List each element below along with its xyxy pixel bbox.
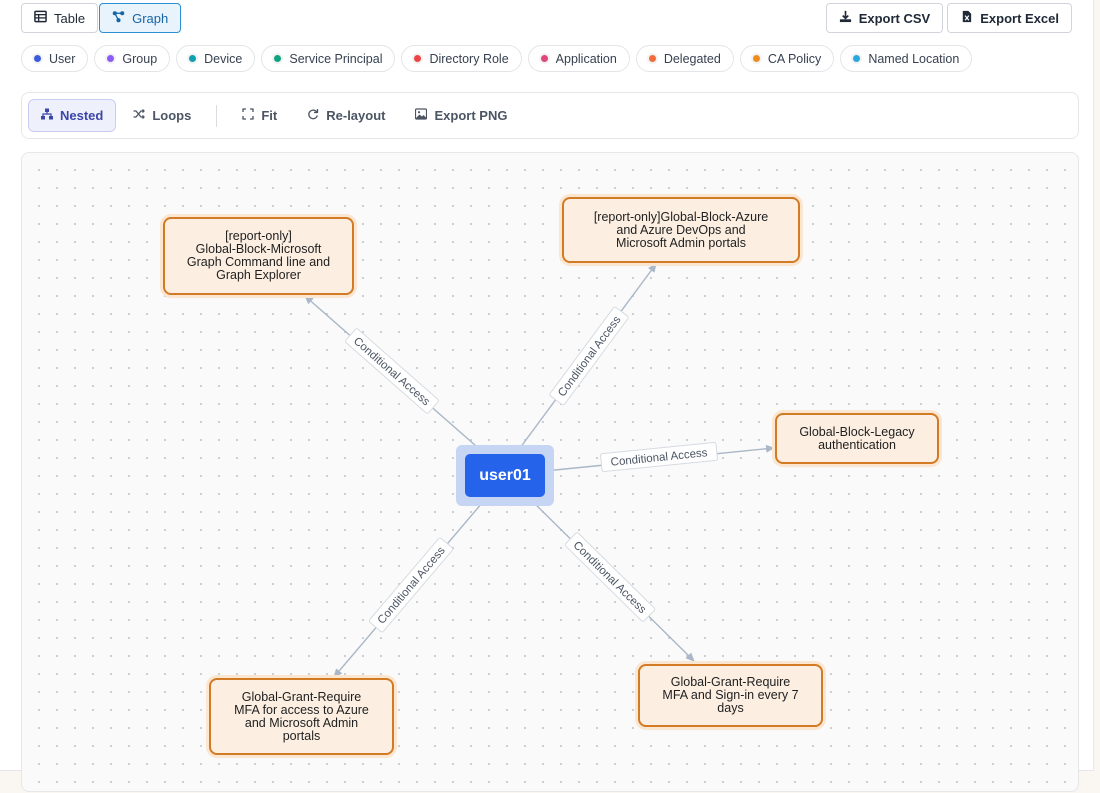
policy-node-label: Global-Block-Legacy authentication <box>799 424 915 452</box>
user-node-label: user01 <box>479 466 531 484</box>
export-excel-button[interactable]: Export Excel <box>947 3 1072 33</box>
table-view-button[interactable]: Table <box>21 3 99 33</box>
edge-label: Conditional Access <box>376 545 448 627</box>
edge-label: Conditional Access <box>570 539 648 616</box>
user-node[interactable]: user01 <box>465 454 545 497</box>
legend-chip-named-location[interactable]: Named Location <box>840 45 973 72</box>
policy-node-label: [report-only] Global-Block-Microsoft Gra… <box>186 229 331 282</box>
legend-label: Application <box>555 51 617 66</box>
legend-chip-user[interactable]: User <box>21 45 89 72</box>
legend-chip-service-principal[interactable]: Service Principal <box>261 45 396 72</box>
toolbar-divider <box>216 104 218 127</box>
policy-node-legacy-auth[interactable]: Global-Block-Legacy authentication <box>775 413 939 464</box>
legend-chip-group[interactable]: Group <box>94 45 171 72</box>
legend-label: Delegated <box>663 51 721 66</box>
policy-node-label: Global-Grant-Require MFA and Sign-in eve… <box>662 675 799 715</box>
graph-view-label: Graph <box>132 10 169 26</box>
table-view-label: Table <box>54 10 86 26</box>
policy-node-label: [report-only]Global-Block-Azure and Azur… <box>593 209 769 250</box>
relayout-button[interactable]: Re-layout <box>294 99 398 132</box>
refresh-icon <box>307 108 319 123</box>
graph-canvas[interactable]: Conditional Access Conditional Access Co… <box>21 152 1079 792</box>
legend-chip-application[interactable]: Application <box>527 45 630 72</box>
device-color-dot <box>189 55 197 62</box>
image-icon <box>415 108 428 123</box>
download-icon <box>839 10 852 26</box>
nested-layout-button[interactable]: Nested <box>28 99 117 132</box>
legend-chip-device[interactable]: Device <box>176 45 256 72</box>
delegated-color-dot <box>648 55 656 62</box>
export-csv-button[interactable]: Export CSV <box>825 3 944 33</box>
legend-label: CA Policy <box>767 51 822 66</box>
export-png-button[interactable]: Export PNG <box>402 99 520 132</box>
view-toggle: Table Graph <box>21 3 182 33</box>
legend-label: User <box>49 51 76 66</box>
hierarchy-icon <box>41 108 53 123</box>
edge-user01-legacy-auth: Conditional Access <box>544 441 775 473</box>
export-png-label: Export PNG <box>434 108 508 123</box>
shuffle-icon <box>133 108 146 123</box>
edge-user01-mfa-azure: Conditional Access <box>333 495 489 678</box>
graph-icon <box>112 10 125 26</box>
export-csv-label: Export CSV <box>858 10 931 26</box>
policy-node-mfa-signin[interactable]: Global-Grant-Require MFA and Sign-in eve… <box>638 664 823 727</box>
legend-label: Service Principal <box>289 51 383 66</box>
legend-label: Group <box>122 51 158 66</box>
legend-chip-ca-policy[interactable]: CA Policy <box>739 45 835 72</box>
edge-user01-graph-cli: Conditional Access <box>304 295 485 454</box>
fit-label: Fit <box>261 108 278 123</box>
graph-view-button[interactable]: Graph <box>99 3 182 33</box>
nested-label: Nested <box>60 108 104 123</box>
service-principal-color-dot <box>274 55 282 62</box>
legend-chip-directory-role[interactable]: Directory Role <box>401 45 522 72</box>
user-color-dot <box>34 55 41 62</box>
loops-label: Loops <box>152 108 192 123</box>
loops-button[interactable]: Loops <box>120 99 204 132</box>
group-color-dot <box>107 55 115 62</box>
fit-frame-icon <box>242 108 255 123</box>
graph-toolbar: Nested Loops Fit Re-layout Export PNG <box>21 92 1079 139</box>
edge-label: Conditional Access <box>556 314 624 399</box>
application-color-dot <box>540 55 548 62</box>
edge-user01-azure-devops: Conditional Access <box>516 263 657 453</box>
fit-button[interactable]: Fit <box>229 99 290 132</box>
legend-chip-delegated[interactable]: Delegated <box>635 45 734 72</box>
excel-file-icon <box>960 10 973 26</box>
policy-node-graph-cli[interactable]: [report-only] Global-Block-Microsoft Gra… <box>163 217 354 295</box>
legend-label: Named Location <box>868 51 960 66</box>
edge-label: Conditional Access <box>351 335 432 408</box>
relayout-label: Re-layout <box>326 108 386 123</box>
policy-node-label: Global-Grant-Require MFA for access to A… <box>234 689 369 743</box>
legend-label: Device <box>204 51 243 66</box>
policy-node-mfa-azure[interactable]: Global-Grant-Require MFA for access to A… <box>209 678 394 755</box>
table-icon <box>34 10 47 26</box>
policy-node-azure-devops[interactable]: [report-only]Global-Block-Azure and Azur… <box>562 197 800 263</box>
named-location-color-dot <box>853 55 861 62</box>
main-panel: Table Graph Export CSV Export Excel User… <box>0 0 1094 792</box>
export-group: Export CSV Export Excel <box>825 3 1072 33</box>
ca-policy-color-dot <box>752 55 760 62</box>
node-type-legend: User Group Device Service Principal Dire… <box>21 45 973 72</box>
legend-label: Directory Role <box>429 51 509 66</box>
directory-role-color-dot <box>414 55 422 62</box>
edge-user01-mfa-signin: Conditional Access <box>526 495 695 662</box>
export-excel-label: Export Excel <box>980 10 1059 26</box>
